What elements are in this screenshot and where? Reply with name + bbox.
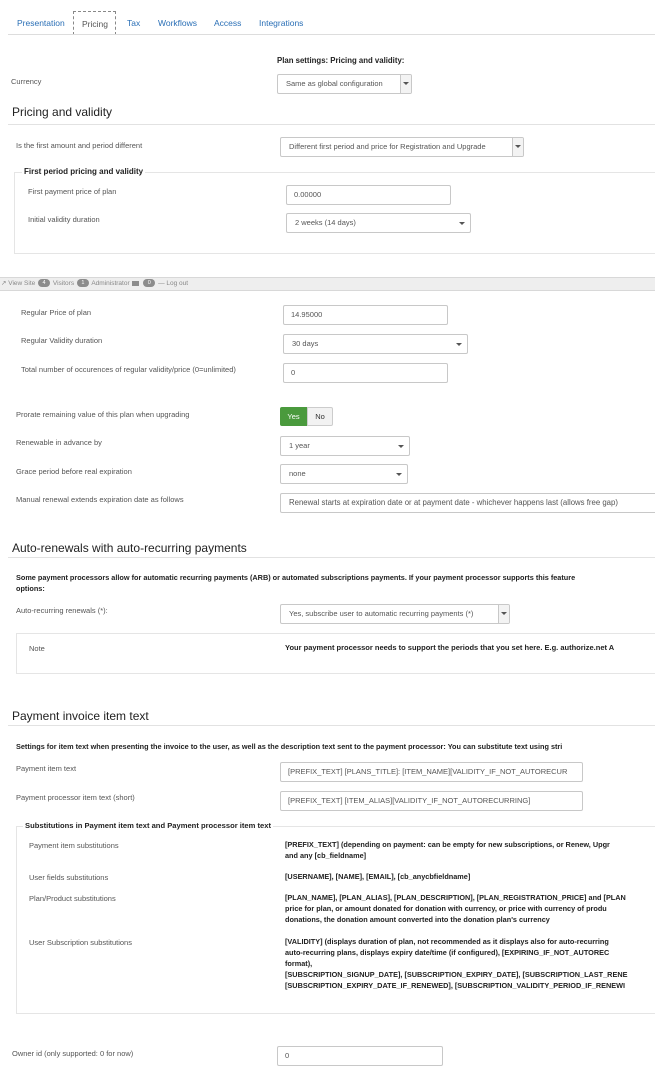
regular-price-label: Regular Price of plan [21, 308, 92, 317]
section-title-pricing: Pricing and validity [12, 105, 113, 119]
occurrences-label: Total number of occurences of regular va… [21, 365, 236, 374]
plan-subs-line-1: [PLAN_NAME], [PLAN_ALIAS], [PLAN_DESCRIP… [285, 893, 626, 902]
tab-integrations[interactable]: Integrations [251, 11, 311, 35]
currency-label: Currency [11, 77, 42, 86]
administrator-link[interactable]: Administrator [91, 280, 129, 287]
chevron-down-icon [456, 343, 462, 346]
processor-item-text-input[interactable]: [PREFIX_TEXT] [ITEM_ALIAS][VALIDITY_IF_N… [280, 791, 583, 811]
user-subscription-subs-line-5: [SUBSCRIPTION_EXPIRY_DATE_IF_RENEWED], [… [285, 981, 626, 990]
grace-select[interactable]: none [280, 464, 408, 484]
chevron-down-icon [459, 222, 465, 225]
visitors-link[interactable]: Visitors [53, 280, 74, 287]
regular-validity-select[interactable]: 30 days [283, 334, 468, 354]
user-fields-subs-label: User fields substitutions [29, 873, 109, 882]
first-different-label: Is the first amount and period different [16, 141, 143, 150]
note-text: Your payment processor needs to support … [285, 643, 615, 652]
external-link-icon: ↗ [1, 280, 7, 287]
auto-recurring-select[interactable]: Yes, subscribe user to automatic recurri… [280, 604, 510, 624]
visitors-count-badge: 4 [38, 279, 51, 288]
first-different-select[interactable]: Different first period and price for Reg… [280, 137, 524, 157]
renewable-label: Renewable in advance by [16, 438, 102, 447]
user-subscription-subs-line-2: auto-recurring plans, displays expiry da… [285, 948, 610, 957]
chevron-down-icon [512, 138, 523, 156]
note-box [16, 633, 655, 674]
plan-settings-heading: Plan settings: Pricing and validity: [277, 56, 405, 65]
logout-link[interactable]: Log out [166, 280, 188, 287]
currency-select[interactable]: Same as global configuration [277, 74, 412, 94]
auto-renewals-description-2: options: [16, 584, 45, 593]
note-label: Note [29, 644, 45, 653]
tab-tax[interactable]: Tax [119, 11, 148, 35]
occurrences-input[interactable]: 0 [283, 363, 448, 383]
payment-item-subs-line-2: and any [cb_fieldname] [285, 851, 367, 860]
tab-access[interactable]: Access [206, 11, 249, 35]
user-subscription-subs-label: User Subscription substitutions [29, 938, 132, 947]
owner-id-input[interactable]: 0 [277, 1046, 443, 1066]
payment-item-text-label: Payment item text [16, 764, 77, 773]
prorate-label: Prorate remaining value of this plan whe… [16, 410, 190, 419]
initial-duration-select[interactable]: 2 weeks (14 days) [286, 213, 471, 233]
minus-icon: — [158, 280, 165, 287]
plan-subs-label: Plan/Product substitutions [29, 894, 116, 903]
owner-id-label: Owner id (only supported: 0 for now) [12, 1049, 134, 1058]
messages-count-badge: 0 [143, 279, 156, 288]
tab-pricing[interactable]: Pricing [73, 11, 116, 35]
chevron-down-icon [398, 445, 404, 448]
plan-subs-line-3: donations, the donation amount converted… [285, 915, 550, 924]
user-subscription-subs-line-1: [VALIDITY] (displays duration of plan, n… [285, 937, 609, 946]
invoice-description: Settings for item text when presenting t… [16, 742, 563, 751]
first-price-input[interactable]: 0.00000 [286, 185, 451, 205]
chevron-down-icon [498, 605, 509, 623]
section-divider [8, 557, 655, 558]
tab-bar-divider [8, 34, 655, 35]
auto-recurring-label: Auto-recurring renewals (*): [16, 606, 108, 615]
view-site-link[interactable]: View Site [8, 280, 35, 287]
tab-presentation[interactable]: Presentation [9, 11, 73, 35]
envelope-icon [132, 280, 140, 286]
first-price-label: First payment price of plan [28, 187, 117, 196]
payment-item-subs-label: Payment item substitutions [29, 841, 119, 850]
regular-price-input[interactable]: 14.95000 [283, 305, 448, 325]
payment-item-subs-line-1: [PREFIX_TEXT] (depending on payment: can… [285, 840, 610, 849]
section-title-invoice: Payment invoice item text [12, 709, 149, 723]
grace-label: Grace period before real expiration [16, 467, 132, 476]
renewable-select[interactable]: 1 year [280, 436, 410, 456]
regular-validity-label: Regular Validity duration [21, 336, 103, 345]
chevron-down-icon [396, 473, 402, 476]
section-divider [8, 725, 655, 726]
plan-subs-line-2: price for plan, or amount donated for do… [285, 904, 607, 913]
first-period-legend: First period pricing and validity [22, 167, 146, 176]
tab-workflows[interactable]: Workflows [150, 11, 205, 35]
admin-status-bar: ↗ View Site 4 Visitors 1 Administrator 0… [0, 277, 655, 291]
processor-item-text-label: Payment processor item text (short) [16, 793, 135, 802]
auto-renewals-description-1: Some payment processors allow for automa… [16, 573, 576, 582]
chevron-down-icon [400, 75, 411, 93]
section-title-auto-renewals: Auto-renewals with auto-recurring paymen… [12, 541, 247, 555]
manual-renewal-select[interactable]: Renewal starts at expiration date or at … [280, 493, 655, 513]
section-divider [8, 124, 655, 125]
user-subscription-subs-line-4: [SUBSCRIPTION_SIGNUP_DATE], [SUBSCRIPTIO… [285, 970, 628, 979]
substitutions-legend: Substitutions in Payment item text and P… [23, 821, 274, 830]
prorate-no-button[interactable]: No [307, 407, 333, 426]
user-subscription-subs-line-3: format), [285, 959, 313, 968]
prorate-yes-button[interactable]: Yes [280, 407, 307, 426]
initial-duration-label: Initial validity duration [28, 215, 100, 224]
manual-renewal-label: Manual renewal extends expiration date a… [16, 495, 184, 504]
payment-item-text-input[interactable]: [PREFIX_TEXT] [PLANS_TITLE]: [ITEM_NAME]… [280, 762, 583, 782]
user-fields-subs-line-1: [USERNAME], [NAME], [EMAIL], [cb_anycbfi… [285, 872, 471, 881]
admins-count-badge: 1 [76, 279, 89, 288]
